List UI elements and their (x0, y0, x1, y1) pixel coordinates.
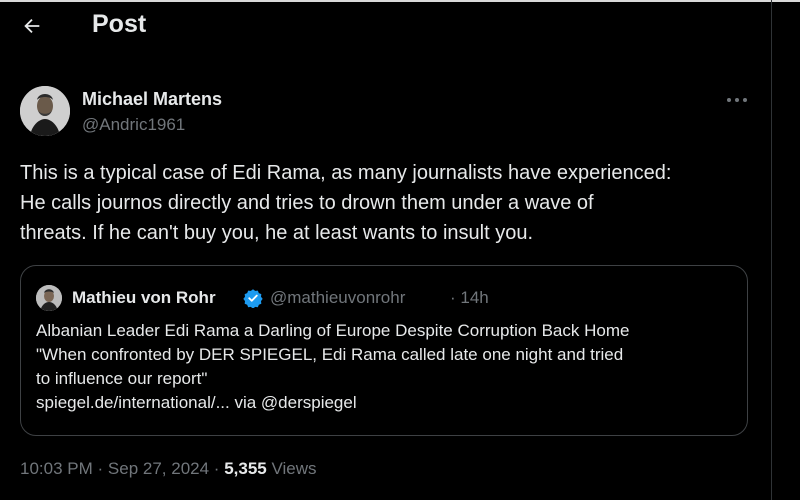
quoted-author-name[interactable]: Mathieu von Rohr (72, 288, 216, 308)
post-date[interactable]: Sep 27, 2024 (108, 459, 209, 478)
page-title: Post (92, 10, 147, 38)
quoted-post-card[interactable]: Mathieu von Rohr @mathieuvonrohr 14h Alb… (20, 265, 748, 436)
quoted-text-line: spiegel.de/international/... via @derspi… (36, 393, 357, 412)
quoted-post-text: Albanian Leader Edi Rama a Darling of Eu… (36, 319, 736, 415)
quoted-timestamp[interactable]: 14h (450, 288, 488, 308)
back-button[interactable] (20, 14, 44, 38)
post-text-line: This is a typical case of Edi Rama, as m… (20, 162, 672, 184)
views-count: 5,355 (224, 459, 267, 478)
post-text-line: He calls journos directly and tries to d… (20, 192, 594, 214)
post-text: This is a typical case of Edi Rama, as m… (20, 158, 760, 248)
quoted-author-handle[interactable]: @mathieuvonrohr (270, 288, 405, 308)
post-text-line: threats. If he can't buy you, he at leas… (20, 222, 533, 244)
post-time[interactable]: 10:03 PM (20, 459, 93, 478)
arrow-left-icon (24, 18, 40, 34)
author-name[interactable]: Michael Martens (82, 89, 222, 110)
quoted-author-avatar[interactable] (36, 285, 62, 311)
post-meta: 10:03 PM · Sep 27, 2024 · 5,355 Views (20, 459, 317, 479)
author-handle[interactable]: @Andric1961 (82, 115, 185, 135)
author-avatar[interactable] (20, 86, 70, 136)
user-avatar-icon (20, 86, 70, 136)
more-options-button[interactable] (724, 90, 750, 110)
window-top-border (0, 0, 800, 2)
separator-dot: · (213, 459, 220, 478)
quoted-text-line: Albanian Leader Edi Rama a Darling of Eu… (36, 321, 630, 340)
column-divider (771, 0, 772, 500)
user-avatar-icon (36, 285, 62, 311)
quoted-text-line: to influence our report" (36, 369, 208, 388)
quoted-text-line: "When confronted by DER SPIEGEL, Edi Ram… (36, 345, 624, 364)
separator-dot: · (97, 459, 104, 478)
views-label: Views (271, 459, 317, 478)
more-horizontal-icon (727, 98, 747, 102)
verified-badge-icon (243, 288, 263, 309)
